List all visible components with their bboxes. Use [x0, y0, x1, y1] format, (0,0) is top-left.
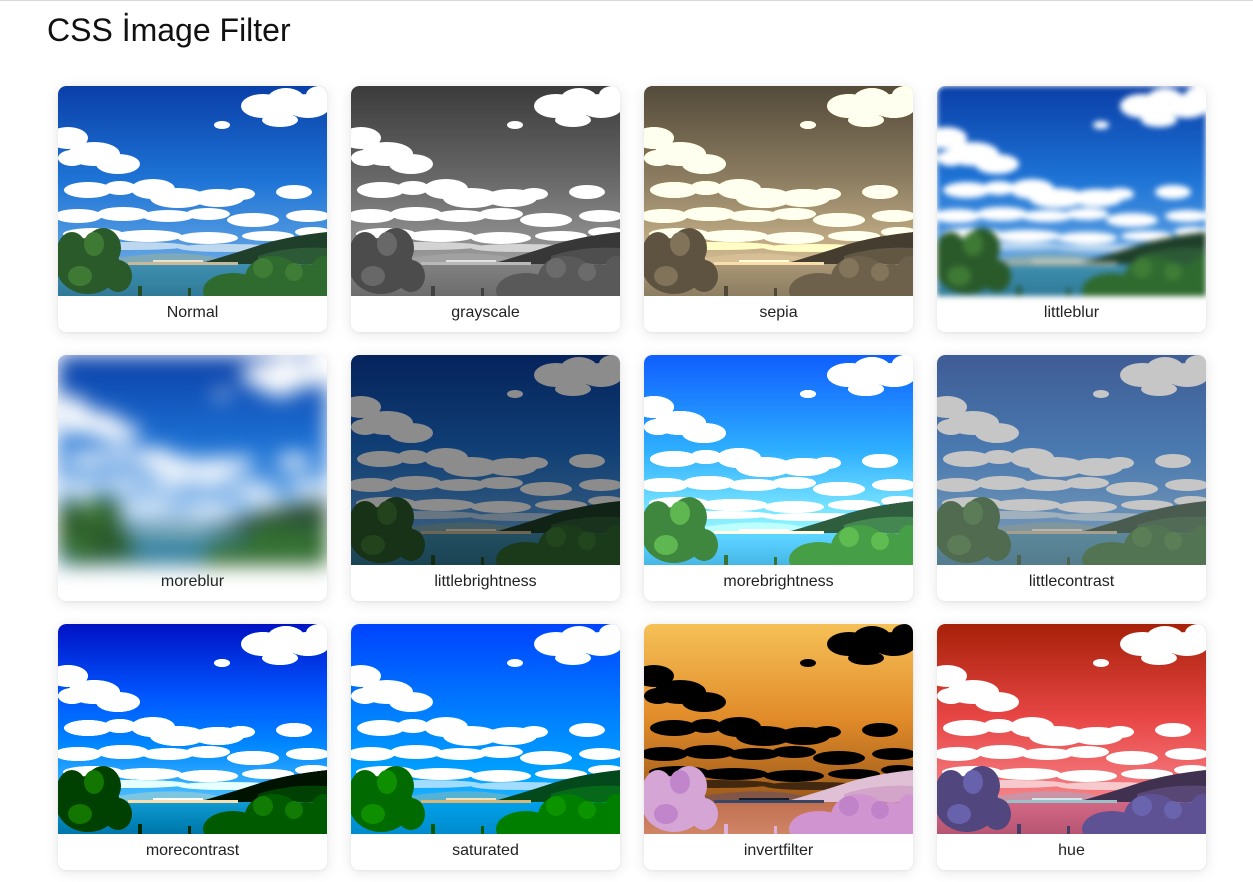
- filter-label: littlecontrast: [1028, 573, 1115, 590]
- filter-card-morecontrast[interactable]: morecontrast: [58, 624, 327, 870]
- filter-card-morebrightness[interactable]: morebrightness: [644, 355, 913, 601]
- landscape-photo: [937, 355, 1206, 565]
- filter-card-moreblur[interactable]: moreblur: [58, 355, 327, 601]
- landscape-photo: [58, 624, 327, 834]
- landscape-photo: [58, 86, 327, 296]
- filter-label: littlebrightness: [434, 573, 537, 590]
- filter-card-sepia[interactable]: sepia: [644, 86, 913, 332]
- landscape-photo: [351, 355, 620, 565]
- filter-card-littlebrightness[interactable]: littlebrightness: [351, 355, 620, 601]
- filter-card-grayscale[interactable]: grayscale: [351, 86, 620, 332]
- filter-card-littlecontrast[interactable]: littlecontrast: [937, 355, 1206, 601]
- filter-gallery: Normal grayscale sepia littleblur morebl…: [58, 86, 1206, 870]
- filter-label: moreblur: [160, 573, 225, 590]
- landscape-photo: [58, 355, 327, 565]
- filter-card-littleblur[interactable]: littleblur: [937, 86, 1206, 332]
- landscape-photo: [937, 86, 1206, 296]
- filter-card-invertfilter[interactable]: invertfilter: [644, 624, 913, 870]
- top-border: [0, 0, 1253, 1]
- filter-label: morecontrast: [145, 842, 240, 859]
- landscape-photo: [644, 624, 913, 834]
- filter-card-normal[interactable]: Normal: [58, 86, 327, 332]
- filter-label: grayscale: [451, 304, 520, 321]
- filter-label: morebrightness: [723, 573, 834, 590]
- filter-card-hue[interactable]: hue: [937, 624, 1206, 870]
- landscape-photo: [644, 355, 913, 565]
- filter-label: saturated: [452, 842, 519, 859]
- page-title: CSS İmage Filter: [47, 12, 291, 48]
- landscape-photo: [644, 86, 913, 296]
- landscape-photo: [351, 86, 620, 296]
- filter-label: Normal: [166, 304, 219, 321]
- landscape-photo: [937, 624, 1206, 834]
- filter-label: hue: [1058, 842, 1085, 859]
- filter-card-saturated[interactable]: saturated: [351, 624, 620, 870]
- filter-label: invertfilter: [743, 842, 814, 859]
- filter-label: sepia: [759, 304, 798, 321]
- landscape-photo: [351, 624, 620, 834]
- filter-label: littleblur: [1043, 304, 1100, 321]
